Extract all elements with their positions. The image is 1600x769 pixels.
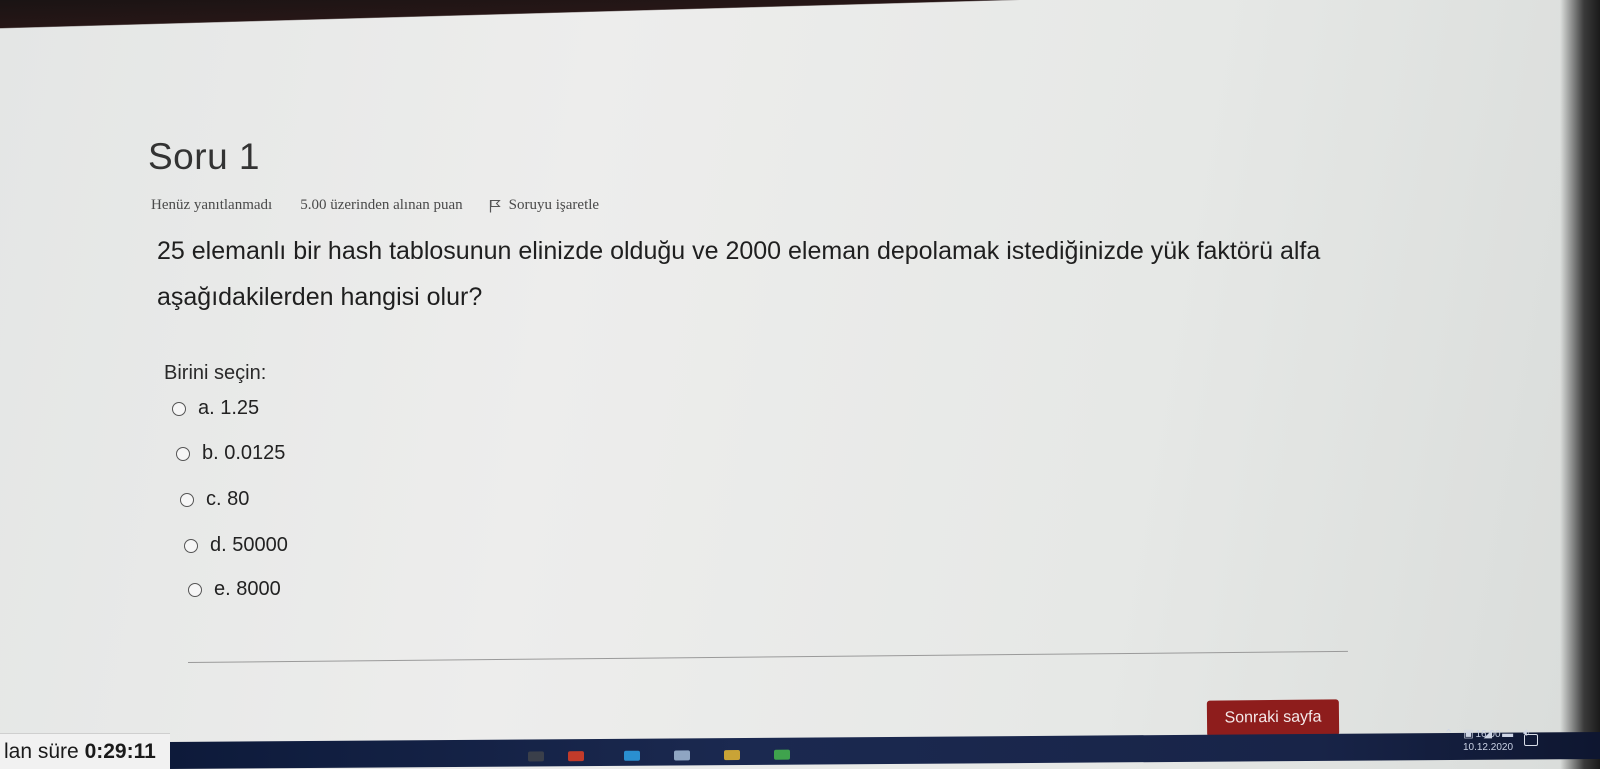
notification-icon[interactable] <box>1524 734 1538 746</box>
question-grade: 5.00 üzerinden alınan puan <box>300 197 463 213</box>
question-state: Henüz yanıtlanmadı <box>151 197 273 213</box>
clock-date: 10.12.2020 <box>1462 742 1514 753</box>
answer-option-d[interactable]: d. 50000 <box>184 534 288 557</box>
timer-label: lan süre <box>4 740 79 763</box>
answer-label: c. 80 <box>206 488 250 510</box>
flag-question-label: Soruyu işaretle <box>508 197 600 213</box>
timer-value: 0:29:11 <box>84 740 156 763</box>
time-remaining: lan süre 0:29:11 <box>0 733 170 769</box>
quiz-page: Soru 1 Henüz yanıtlanmadı 5.00 üzerinden… <box>0 0 1600 769</box>
question-text: 25 elemanlı bir hash tablosunun elinizde… <box>157 237 1321 311</box>
answer-label: e. 8000 <box>214 578 281 600</box>
taskbar-app-icon[interactable] <box>624 750 640 761</box>
answer-option-a[interactable]: a. 1.25 <box>172 397 259 420</box>
radio-button[interactable] <box>188 582 202 597</box>
clock-time: 16:00 <box>1475 729 1501 740</box>
answer-option-b[interactable]: b. 0.0125 <box>176 442 285 465</box>
question-title: Soru 1 <box>148 136 261 177</box>
radio-button[interactable] <box>176 446 190 461</box>
taskbar-clock[interactable]: 16:00 10.12.2020 <box>1448 728 1528 754</box>
answer-prompt: Birini seçin: <box>164 362 267 384</box>
taskbar-app-icon[interactable] <box>724 750 740 761</box>
answer-label: a. 1.25 <box>198 397 260 419</box>
answer-label: d. 50000 <box>210 534 288 556</box>
taskbar-app-icon[interactable] <box>674 750 690 761</box>
flag-icon <box>489 199 501 212</box>
taskbar-app-icon[interactable] <box>528 751 544 762</box>
radio-button[interactable] <box>180 492 194 507</box>
radio-button[interactable] <box>184 538 198 553</box>
question-info: Henüz yanıtlanmadı 5.00 üzerinden alınan… <box>151 197 599 214</box>
answer-option-c[interactable]: c. 80 <box>180 488 249 511</box>
section-divider <box>187 650 1348 663</box>
radio-button[interactable] <box>172 401 186 416</box>
next-page-button[interactable]: Sonraki sayfa <box>1206 699 1340 737</box>
taskbar-app-icon[interactable] <box>568 751 584 762</box>
windows-taskbar <box>168 732 1600 769</box>
answer-option-e[interactable]: e. 8000 <box>188 578 281 601</box>
taskbar-app-icon[interactable] <box>774 749 790 760</box>
answer-label: b. 0.0125 <box>202 442 286 464</box>
flag-question-link[interactable]: Soruyu işaretle <box>489 197 599 214</box>
